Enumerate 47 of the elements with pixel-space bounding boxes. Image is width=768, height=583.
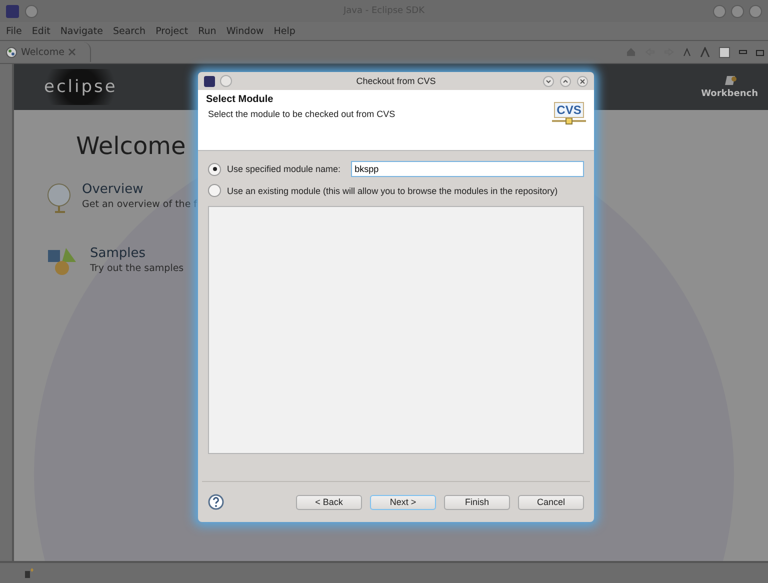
- welcome-item-title[interactable]: Samples: [90, 246, 184, 261]
- menu-item[interactable]: Project: [156, 26, 188, 36]
- maximize-view-icon[interactable]: [756, 48, 764, 56]
- editor-tab[interactable]: Welcome: [4, 42, 92, 62]
- home-icon[interactable]: [626, 47, 636, 57]
- app-icon: [6, 4, 19, 18]
- app-icon: [204, 76, 215, 86]
- close-icon[interactable]: [577, 76, 588, 86]
- font-smaller-icon[interactable]: [683, 48, 691, 56]
- header-title: Select Module: [206, 94, 274, 105]
- maximize-icon[interactable]: [560, 76, 571, 86]
- welcome-item-title[interactable]: Overview: [82, 182, 198, 197]
- module-name-field[interactable]: bkspp: [350, 161, 584, 177]
- cvs-logo: CVS: [552, 102, 586, 125]
- dialog-button[interactable]: Finish: [444, 494, 510, 510]
- dialog-button[interactable]: Cancel: [518, 494, 584, 510]
- window-menu-icon[interactable]: [220, 75, 232, 87]
- radio-button[interactable]: [208, 162, 221, 176]
- menu-item[interactable]: Window: [226, 26, 264, 36]
- dialog-button[interactable]: Next >: [370, 494, 436, 510]
- welcome-heading: Welcome: [76, 132, 187, 160]
- help-icon[interactable]: [208, 494, 224, 510]
- minimize-icon[interactable]: [543, 76, 554, 86]
- radio-label[interactable]: Use an existing module (this will allow you to browse the modules in the repository): [227, 186, 558, 196]
- menu-item[interactable]: Edit: [32, 26, 50, 36]
- minimize-view-icon[interactable]: [739, 50, 747, 54]
- menu-item[interactable]: Help: [274, 26, 296, 36]
- minimize-icon[interactable]: [713, 4, 726, 18]
- workbench-link[interactable]: Workbench: [701, 75, 758, 99]
- menu-item[interactable]: Search: [112, 26, 146, 36]
- radio-button[interactable]: [208, 184, 221, 197]
- menu-item[interactable]: Run: [198, 26, 216, 36]
- workbench-icon: [722, 75, 737, 86]
- layout-icon[interactable]: [719, 46, 730, 58]
- dialog-title: Checkout from CVS: [356, 76, 436, 86]
- dialog-button[interactable]: < Back: [296, 494, 362, 510]
- radio-label[interactable]: Use specified module name:: [227, 164, 341, 174]
- welcome-item-description: Try out the samples: [90, 263, 184, 274]
- new-item-icon[interactable]: [24, 568, 34, 578]
- window-menu-icon[interactable]: [25, 4, 38, 18]
- header-description: Select the module to be checked out from CVS: [208, 109, 396, 119]
- font-larger-icon[interactable]: [700, 47, 710, 57]
- menu-item[interactable]: File: [6, 26, 22, 36]
- maximize-icon[interactable]: [731, 4, 744, 18]
- globe-icon: [46, 182, 72, 216]
- menu-item[interactable]: Navigate: [60, 26, 103, 36]
- welcome-icon: [6, 46, 17, 58]
